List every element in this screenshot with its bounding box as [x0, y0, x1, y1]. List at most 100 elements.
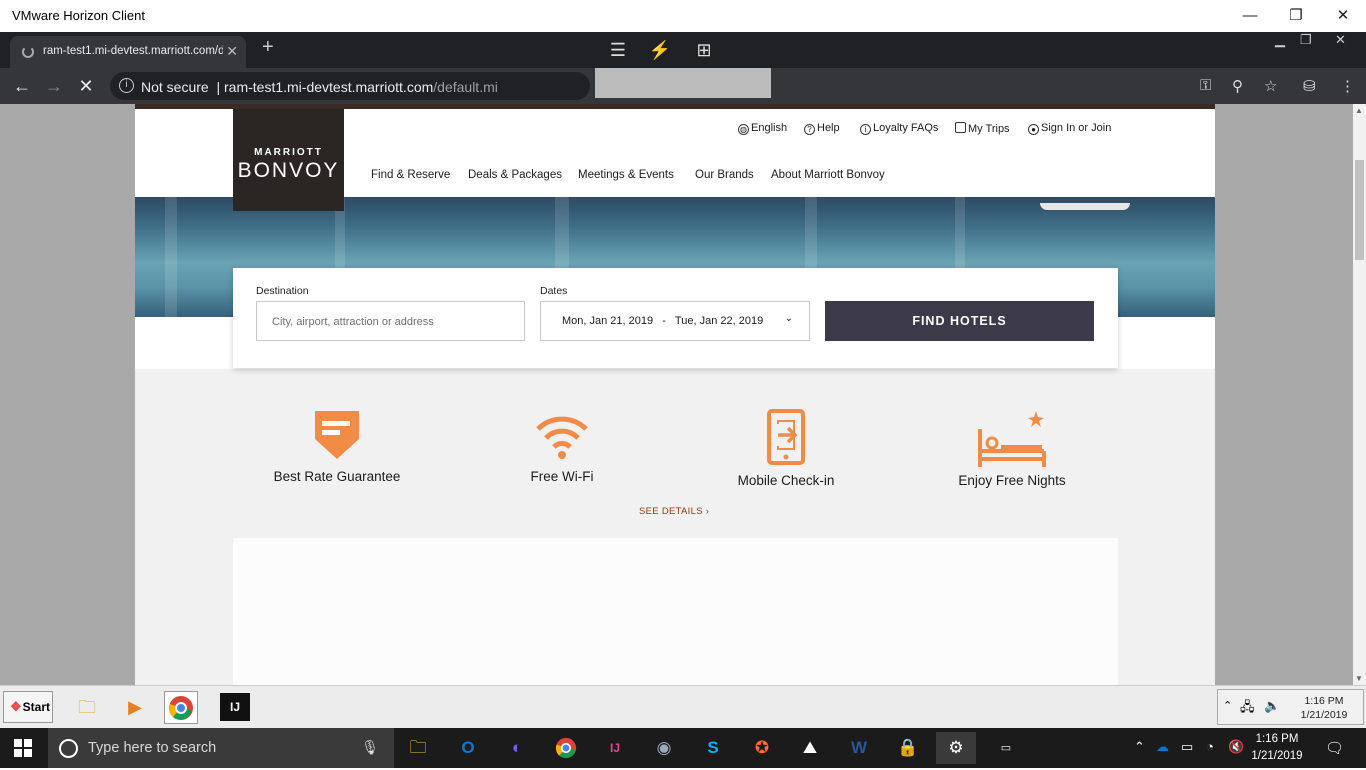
- url-path: /default.mi: [433, 79, 498, 95]
- inner-minimize-icon[interactable]: ▁: [1275, 32, 1285, 48]
- start-button[interactable]: ❖Start: [3, 691, 53, 723]
- eclipse-icon[interactable]: ◐: [497, 732, 537, 764]
- utility-english[interactable]: ◍ English: [738, 122, 787, 135]
- browser-tab[interactable]: ram-test1.mi-devtest.marriott.com/d ✕: [10, 36, 246, 68]
- cortana-icon: [59, 739, 78, 758]
- feature-free-wifi: Free Wi-Fi: [472, 409, 652, 484]
- network-icon[interactable]: ⊞: [692, 38, 716, 62]
- media-player-icon[interactable]: ▶: [118, 691, 152, 724]
- minimize-icon[interactable]: —: [1240, 6, 1260, 26]
- windows-taskbar: Type here to search 🎙 🗀 O ◐ IJ ◉ S ✪ ⛰ W…: [0, 728, 1366, 768]
- battery-icon[interactable]: ▭: [1181, 739, 1193, 755]
- terminal-icon[interactable]: ▭: [986, 732, 1026, 764]
- window-title: VMware Horizon Client: [12, 8, 145, 23]
- taskbar-search[interactable]: Type here to search 🎙: [48, 728, 394, 768]
- chevron-down-icon: ⌄: [784, 313, 793, 324]
- key-icon[interactable]: ⚿: [1200, 77, 1211, 94]
- inner-close-icon[interactable]: ✕: [1335, 32, 1346, 48]
- utility-help[interactable]: ? Help: [804, 122, 840, 135]
- redacted-block: [595, 68, 771, 98]
- remote-system-tray: ⌃ 🖧 🔈 1:16 PM 1/21/2019: [1217, 689, 1364, 725]
- disconnect-icon[interactable]: ⚡: [648, 38, 672, 62]
- find-hotels-button[interactable]: FIND HOTELS: [825, 301, 1094, 341]
- nav-meetings-events[interactable]: Meetings & Events: [578, 169, 674, 181]
- word-icon[interactable]: W: [839, 732, 879, 764]
- address-bar[interactable]: i Not secure | ram-test1.mi-devtest.marr…: [110, 72, 590, 100]
- nav-our-brands[interactable]: Our Brands: [695, 169, 754, 181]
- scroll-up-icon[interactable]: ▲: [1355, 106, 1363, 115]
- remote-clock[interactable]: 1:16 PM 1/21/2019: [1293, 694, 1355, 722]
- back-icon[interactable]: ←: [11, 75, 33, 97]
- taskbar-clock[interactable]: 1:16 PM 1/21/2019: [1247, 731, 1307, 765]
- nav-about-bonvoy[interactable]: About Marriott Bonvoy: [771, 169, 885, 181]
- tab-close-icon[interactable]: ✕: [226, 43, 238, 60]
- destination-input[interactable]: City, airport, attraction or address: [256, 301, 525, 341]
- loading-spinner-icon: [22, 46, 34, 58]
- scroll-thumb[interactable]: [1355, 160, 1364, 260]
- tab-strip: ram-test1.mi-devtest.marriott.com/d ✕ + …: [0, 32, 1366, 68]
- vmware-horizon-icon[interactable]: ⚙: [936, 732, 976, 764]
- intellij-icon[interactable]: IJ: [595, 732, 635, 764]
- help-icon: ?: [804, 124, 815, 135]
- photos-icon[interactable]: ⛰: [790, 732, 830, 764]
- volume-icon[interactable]: 🔈: [1264, 698, 1280, 714]
- lock-app-icon[interactable]: 🔒: [888, 732, 928, 764]
- search-panel: Destination City, airport, attraction or…: [233, 268, 1118, 368]
- chrome-icon[interactable]: [164, 691, 198, 724]
- dates-label: Dates: [540, 285, 568, 297]
- forward-icon[interactable]: →: [43, 75, 65, 97]
- notifications-icon[interactable]: 🗨: [1325, 739, 1344, 757]
- chrome-icon[interactable]: [546, 732, 586, 764]
- hamburger-menu-icon[interactable]: ☰: [606, 38, 630, 62]
- new-tab-icon[interactable]: +: [262, 36, 274, 59]
- windows-start-icon[interactable]: [14, 739, 33, 758]
- marriott-site: ◍ English ? Help i Loyalty FAQs My Trips ● S…: [135, 104, 1215, 685]
- page-viewport: ◍ English ? Help i Loyalty FAQs My Trips ● S…: [0, 104, 1353, 685]
- nav-find-reserve[interactable]: Find & Reserve: [371, 169, 450, 181]
- close-icon[interactable]: ✕: [1333, 6, 1353, 26]
- file-explorer-icon[interactable]: 🗀: [398, 732, 438, 764]
- utility-my-trips[interactable]: My Trips: [955, 122, 1010, 135]
- see-details-link[interactable]: SEE DETAILS ›: [639, 506, 709, 517]
- file-explorer-icon[interactable]: 🗀: [70, 691, 104, 724]
- security-label: Not secure: [141, 79, 209, 95]
- incognito-icon[interactable]: ⛁: [1303, 77, 1316, 95]
- tray-expand-icon[interactable]: ⌃: [1223, 699, 1232, 712]
- page-scrollbar[interactable]: ▲ ▼: [1353, 104, 1366, 685]
- utility-loyalty-faqs[interactable]: i Loyalty FAQs: [860, 122, 938, 135]
- intellij-icon[interactable]: IJ: [220, 693, 250, 721]
- feature-free-nights: Enjoy Free Nights: [922, 409, 1102, 488]
- destination-label: Destination: [256, 285, 309, 297]
- inner-restore-icon[interactable]: ❐: [1300, 32, 1312, 48]
- tab-title: ram-test1.mi-devtest.marriott.com/d: [43, 45, 223, 57]
- more-menu-icon[interactable]: ⋮: [1340, 77, 1355, 95]
- boat: [1040, 203, 1130, 210]
- feature-best-rate: Best Rate Guarantee: [247, 409, 427, 484]
- wifi-tray-icon[interactable]: ◔: [1206, 739, 1214, 754]
- star-icon[interactable]: ☆: [1264, 77, 1277, 95]
- postman-icon[interactable]: ✪: [742, 732, 782, 764]
- stop-icon[interactable]: ✕: [75, 75, 97, 97]
- nav-deals-packages[interactable]: Deals & Packages: [468, 169, 562, 181]
- rate-tag-icon: [315, 411, 359, 459]
- info-icon[interactable]: i: [119, 78, 134, 93]
- scroll-down-icon[interactable]: ▼: [1355, 674, 1363, 683]
- network-tray-icon[interactable]: 🖧: [1240, 698, 1255, 720]
- mobile-checkin-icon: [767, 409, 805, 465]
- skype-icon[interactable]: S: [693, 732, 733, 764]
- marriott-bonvoy-logo[interactable]: MARRIOTT BONVOY: [233, 109, 344, 211]
- content-card: [233, 538, 1118, 685]
- tray-expand-icon[interactable]: ⌃: [1134, 739, 1145, 755]
- restore-icon[interactable]: ❐: [1286, 6, 1306, 26]
- outlook-icon[interactable]: O: [448, 732, 488, 764]
- circle-app-icon[interactable]: ◉: [644, 732, 684, 764]
- zoom-icon[interactable]: ⚲: [1232, 77, 1243, 95]
- mute-icon[interactable]: 🔇: [1228, 739, 1244, 755]
- windows-flag-icon: ❖: [10, 699, 22, 714]
- user-icon: ●: [1028, 124, 1039, 135]
- microphone-icon[interactable]: 🎙: [361, 739, 379, 756]
- onedrive-icon[interactable]: ☁: [1156, 739, 1169, 755]
- utility-sign-in[interactable]: ● Sign In or Join: [1028, 122, 1111, 135]
- dates-picker[interactable]: Mon, Jan 21, 2019 - Tue, Jan 22, 2019 ⌄: [540, 301, 810, 341]
- feature-mobile-checkin: Mobile Check-in: [696, 409, 876, 488]
